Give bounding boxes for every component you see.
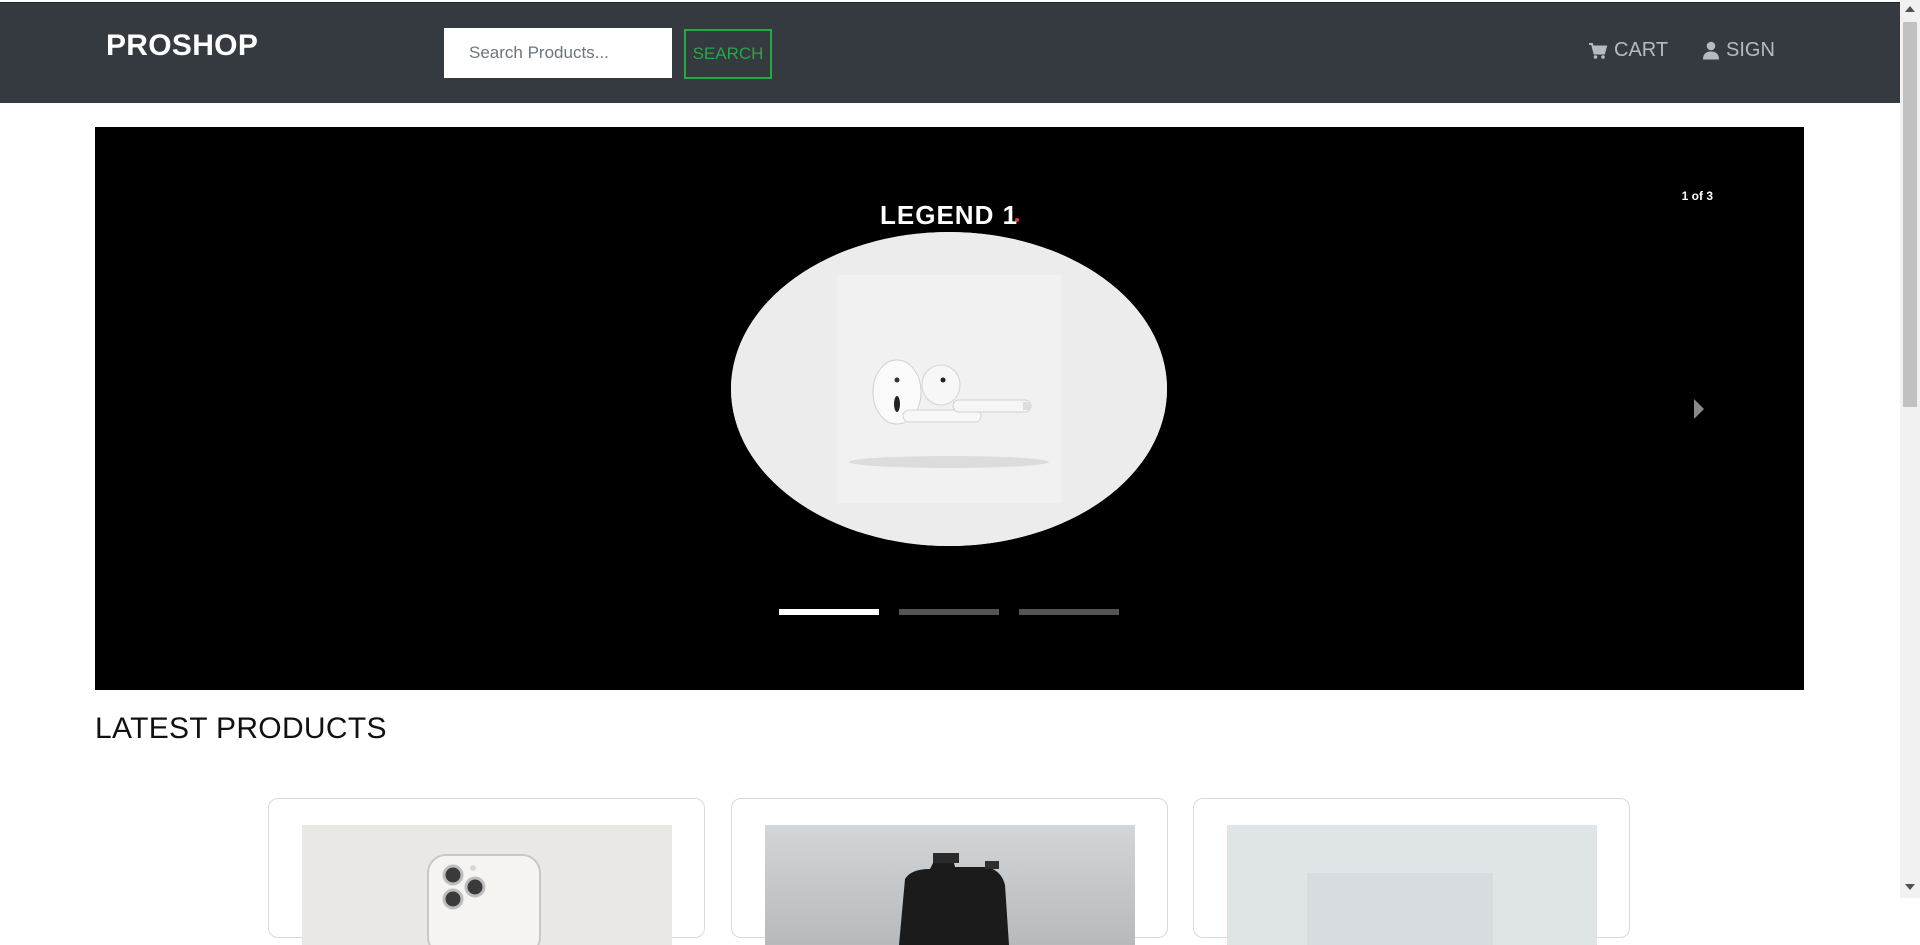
page-scrollbar[interactable] [1900, 0, 1920, 898]
sign-label: SIGN [1726, 39, 1775, 61]
product-card[interactable] [731, 798, 1168, 945]
airpods-product-image[interactable] [731, 232, 1167, 546]
slide-legend: LEGEND 1 [880, 200, 1019, 230]
product-card[interactable] [268, 798, 705, 945]
scroll-thumb[interactable] [1903, 22, 1917, 407]
cart-label: CART [1614, 39, 1669, 61]
latest-products-heading: LATEST PRODUCTS [95, 712, 387, 745]
slide-counter: 1 of 3 [1681, 189, 1713, 203]
next-slide-arrow[interactable] [1692, 397, 1706, 421]
user-icon [1702, 41, 1720, 60]
iphone-product-image[interactable] [302, 825, 672, 945]
slide-indicator-3[interactable] [1019, 609, 1119, 615]
slide-indicators [779, 609, 1119, 615]
cart-link[interactable]: CART [1588, 39, 1668, 62]
product-card[interactable] [1193, 798, 1630, 945]
search-input[interactable] [444, 28, 672, 78]
scroll-down-arrow-icon[interactable] [1905, 884, 1915, 890]
scroll-up-arrow-icon[interactable] [1905, 6, 1915, 12]
brand-logo[interactable]: PROSHOP [106, 29, 258, 63]
camera-product-image[interactable] [765, 825, 1135, 945]
device-product-image[interactable] [1227, 825, 1597, 945]
navbar: PROSHOP SEARCH CART SIGN [0, 2, 1900, 103]
legend-marker [1015, 218, 1019, 222]
slide-indicator-1[interactable] [779, 609, 879, 615]
product-carousel: LEGEND 1 1 of 3 [95, 127, 1804, 690]
sign-in-link[interactable]: SIGN [1702, 39, 1775, 62]
slide-indicator-2[interactable] [899, 609, 999, 615]
search-button[interactable]: SEARCH [684, 29, 772, 79]
shopping-cart-icon [1588, 42, 1608, 60]
